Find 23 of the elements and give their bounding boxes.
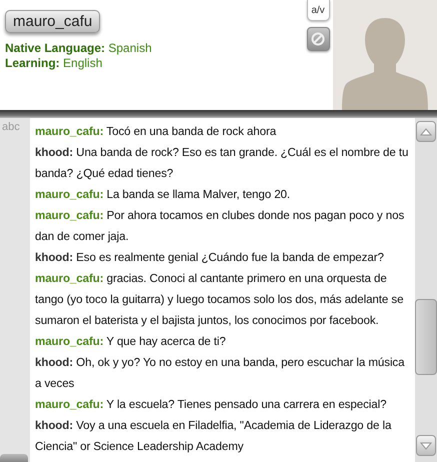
chat-message: khood: Voy a una escuela en Filadelfia, "Academia de Liderazgo de la Ciencia" or Science Leadership Academy xyxy=(35,418,392,455)
spellcheck-label: abc xyxy=(1,120,20,133)
learning-language-text: Learning: English xyxy=(5,56,102,71)
chat-message: khood: Una banda de rock? Eso es tan grande. ¿Cuál es el nombre de tu banda? ¿Qué edad tienes? xyxy=(35,145,410,182)
chat-message: mauro_cafu: gracias. Conoci al cantante primero en una orquesta de tango (yo toco la guitarra) y luego tocamos solo los dos, más adelante se sumaron el baterista y el bajista juntos, los conocimos por facebook. xyxy=(35,271,404,329)
chat-message: mauro_cafu: Por ahora tocamos en clubes donde nos pagan poco y nos dan de comer jaja. xyxy=(35,208,406,245)
chat-message: mauro_cafu: Y la escuela? Tienes pensado una carrera en especial? xyxy=(35,397,388,413)
chat-message: mauro_cafu: Y que hay acerca de ti? xyxy=(35,334,227,350)
chat-message: khood: Eso es realmente genial ¿Cuándo fue la banda de empezar? xyxy=(35,250,385,266)
chat-message: khood: Oh, ok y yo? Yo no estoy en una banda, pero escuchar la música a veces xyxy=(35,355,406,392)
native-language-text: Native Language: Spanish xyxy=(5,41,152,56)
down-arrow-icon xyxy=(420,442,432,450)
block-icon xyxy=(311,32,325,46)
scroll-up-button[interactable] xyxy=(416,121,436,142)
chat-message: mauro_cafu: Tocó en una banda de rock ahora xyxy=(35,124,278,140)
panel-tab[interactable] xyxy=(0,454,28,462)
scrollbar-thumb[interactable] xyxy=(415,299,437,375)
scroll-down-button[interactable] xyxy=(416,435,436,456)
username-button[interactable]: mauro_cafu xyxy=(5,10,100,33)
up-arrow-icon xyxy=(420,128,432,136)
chat-message: mauro_cafu: La banda se llama Malver, tengo 20. xyxy=(35,187,292,203)
av-button[interactable]: a/v xyxy=(306,0,330,21)
block-button[interactable] xyxy=(306,27,330,51)
